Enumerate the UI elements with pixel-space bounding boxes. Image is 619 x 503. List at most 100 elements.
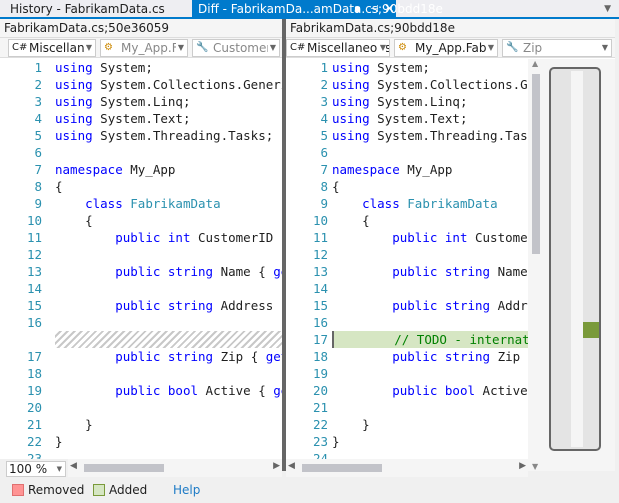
close-icon[interactable]: ✕ (384, 0, 395, 19)
scroll-down-icon[interactable]: ▼ (532, 462, 538, 471)
line-text: } (55, 417, 93, 432)
code-line: 23 (0, 450, 282, 459)
line-number: 2 (320, 77, 328, 92)
scroll-left-icon[interactable]: ◀ (70, 461, 77, 471)
line-text: using System.Text; (332, 111, 468, 126)
code-line: 11 public int CustomerID { get; set; } (0, 229, 282, 246)
line-number: 10 (312, 213, 328, 228)
left-type-dropdown[interactable]: ⚙ My_App.Fa ▼ (100, 39, 188, 57)
line-number: 11 (26, 230, 42, 245)
line-number: 8 (320, 179, 328, 194)
csharp-icon: C# (12, 42, 28, 53)
code-line: 11 public int CustomerID { get; set; } (286, 229, 615, 246)
line-number: 5 (320, 128, 328, 143)
scroll-left-icon[interactable]: ◀ (288, 461, 295, 471)
line-text: public bool Active { get; set; } (115, 383, 282, 398)
code-line: 7 namespace My_App (286, 161, 528, 178)
code-line: 13 public string Name { get; set; } (0, 263, 282, 280)
line-number: 14 (26, 281, 42, 296)
zoom-value: 100 % (9, 462, 48, 476)
dropdown-value: My_App.Fabri (415, 41, 495, 55)
line-text: public string Name { get; set; } (115, 264, 282, 279)
line-number: 18 (312, 349, 328, 364)
code-line: 5 using System.Threading.Tasks; (0, 127, 282, 144)
line-number: 12 (26, 247, 42, 262)
line-number: 21 (312, 400, 328, 415)
code-line: 4 using System.Text; (0, 110, 282, 127)
line-number: 13 (26, 264, 42, 279)
preview-icon[interactable]: ▪ (354, 0, 361, 19)
line-number: 17 (26, 349, 42, 364)
line-number: 6 (320, 145, 328, 160)
code-line: 19 public bool Active { get; set; } (0, 382, 282, 399)
line-number: 10 (26, 213, 42, 228)
inserted-line-placeholder (55, 331, 282, 348)
right-code-editor[interactable]: 1 using System; 2 using System.Collections.… (286, 59, 615, 459)
line-text: { (332, 179, 340, 194)
line-number: 9 (320, 196, 328, 211)
diff-overview-map[interactable] (545, 59, 615, 471)
line-number: 5 (34, 128, 42, 143)
line-number: 8 (34, 179, 42, 194)
line-number: 22 (312, 417, 328, 432)
left-member-dropdown[interactable]: 🔧 CustomerI ▼ (192, 39, 280, 57)
left-project-dropdown[interactable]: C# Miscellane ▼ (8, 39, 96, 57)
right-horizontal-scrollbar[interactable]: ◀ ▶ (286, 459, 528, 477)
right-member-dropdown[interactable]: 🔧 Zip ▼ (502, 39, 612, 57)
code-line: 12 (0, 246, 282, 263)
scrollbar-thumb[interactable] (532, 74, 540, 254)
added-change-marker[interactable] (583, 322, 599, 338)
scrollbar-thumb[interactable] (84, 464, 164, 472)
code-line: 2 using System.Collections.Generic; (0, 76, 282, 93)
left-code-editor[interactable]: 1 using System; 2 using System.Collections.… (0, 59, 282, 459)
code-line: 20 (0, 399, 282, 416)
line-number: 19 (26, 383, 42, 398)
left-diff-pane: FabrikamData.cs;50e36059 C# Miscellane ▼ ⚙… (0, 19, 282, 459)
right-type-dropdown[interactable]: ⚙ My_App.Fabri ▼ (394, 39, 498, 57)
line-text: using System.Linq; (332, 94, 468, 109)
line-number: 14 (312, 281, 328, 296)
line-text: class FabrikamData (362, 196, 498, 211)
line-number: 16 (312, 315, 328, 330)
line-text: using System.Collections.Generic; (55, 77, 282, 92)
line-text: public string Zip { get; set; } (115, 349, 282, 364)
tab-bar: History - FabrikamData.cs Diff - Fabrika… (0, 0, 619, 19)
chevron-down-icon: ▼ (267, 40, 276, 56)
code-line: 3 using System.Linq; (0, 93, 282, 110)
scroll-right-icon[interactable]: ▶ (273, 461, 280, 471)
legend-added-label: Added (109, 483, 148, 497)
code-line: 19 (286, 365, 528, 382)
line-number: 11 (312, 230, 328, 245)
code-line: 15 public string Address { get; set; } (0, 297, 282, 314)
code-line: 8{ (286, 178, 528, 195)
code-line: 7 namespace My_App (0, 161, 282, 178)
left-horizontal-scrollbar[interactable]: ◀ ▶ (68, 459, 282, 477)
help-link[interactable]: Help (173, 482, 200, 498)
code-line: 22} (0, 433, 282, 450)
code-line: 6 (286, 144, 528, 161)
code-line: 14 (0, 280, 282, 297)
right-file-header: FabrikamData.cs;90bdd18e (286, 19, 615, 38)
code-line: 18 public string Zip { get; set; } (286, 348, 611, 365)
tab-list-dropdown-icon[interactable]: ▼ (604, 4, 611, 14)
code-line: 9 class FabrikamData (286, 195, 528, 212)
line-text: class FabrikamData (85, 196, 221, 211)
tab-diff[interactable]: Diff - FabrikamDa...amData.cs;90bdd18e ▪… (192, 0, 443, 19)
line-number: 4 (320, 111, 328, 126)
right-project-dropdown[interactable]: C# Miscellaneous ▼ (286, 39, 390, 57)
scrollbar-thumb[interactable] (302, 464, 382, 472)
vertical-scrollbar[interactable]: ▲ ▼ (528, 59, 545, 471)
code-line: 24 (286, 450, 528, 459)
chevron-down-icon: ▼ (56, 465, 62, 473)
line-text: namespace My_App (55, 162, 176, 177)
line-number: 17 (312, 332, 328, 347)
zoom-dropdown[interactable]: 100 % ▼ (6, 461, 66, 477)
code-line: 17 // TODO - internationalize (286, 331, 590, 348)
scroll-right-icon[interactable]: ▶ (519, 461, 526, 471)
line-number: 15 (312, 298, 328, 313)
line-text: namespace My_App (332, 162, 453, 177)
pin-icon[interactable]: ⊣ (370, 0, 379, 19)
scroll-up-icon[interactable]: ▲ (532, 59, 538, 68)
code-line: 3 using System.Linq; (286, 93, 528, 110)
tab-history[interactable]: History - FabrikamData.cs (4, 0, 171, 19)
